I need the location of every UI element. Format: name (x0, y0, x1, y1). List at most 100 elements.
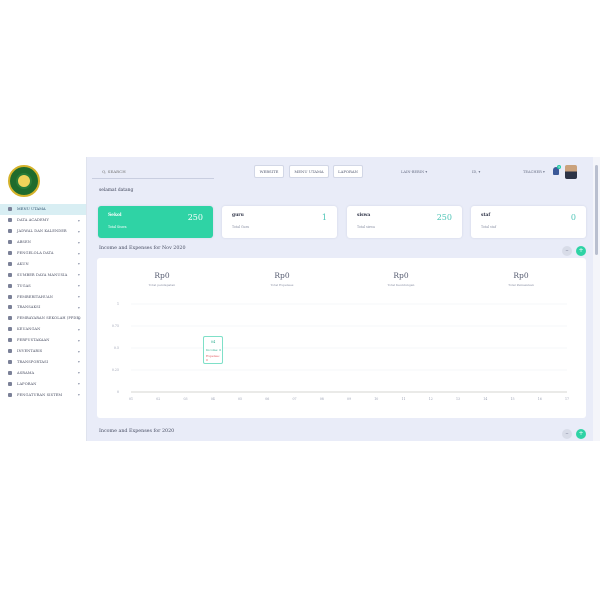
chevron-down-icon: ▾ (77, 261, 80, 267)
sidebar-item-label: PEMBERITAHUAN (17, 294, 53, 299)
card-value: 1 (321, 213, 327, 222)
sidebar-item[interactable]: PENGELOLA DATA ▾ (0, 248, 86, 259)
expand-icon[interactable]: + (576, 429, 586, 439)
y-tick-label: 0 (117, 390, 119, 394)
chevron-down-icon: ▾ (77, 315, 80, 321)
sidebar-item-label: LAPORAN (17, 381, 37, 386)
sidebar-item[interactable]: TUGAS ▾ (0, 280, 86, 291)
sidebar-item[interactable]: MENU UTAMA (0, 204, 86, 215)
menu-icon (8, 359, 12, 364)
sidebar-item[interactable]: LAPORAN ▾ (0, 378, 86, 389)
sidebar-item-label: TRANSPORTASI (17, 359, 49, 364)
stat-card-school[interactable]: Sekol Total Siswa 250 (98, 206, 213, 238)
sidebar-item[interactable]: TRANSPORTASI ▾ (0, 356, 86, 367)
sidebar-item-label: TUGAS (17, 283, 31, 288)
avatar[interactable] (565, 165, 577, 179)
section-title-yearly: Income and Expenses for 2020 (99, 429, 175, 434)
x-tick-label: 01 (129, 397, 133, 401)
chevron-down-icon: ▾ (77, 272, 80, 278)
sidebar-item-label: TRANSAKSI (17, 305, 41, 310)
x-tick-label: 10 (374, 397, 378, 401)
sidebar-item[interactable]: DATA ACADEMY ▾ (0, 215, 86, 226)
stat-card-student[interactable]: siswa Total siswa 250 (347, 206, 462, 238)
x-tick-label: 07 (292, 397, 296, 401)
chevron-down-icon: ▾ (77, 381, 80, 387)
language-select[interactable]: ID, ▾ (472, 170, 480, 174)
x-tick-label: 11 (401, 397, 405, 401)
card-title: staf (481, 213, 491, 218)
menu-icon (8, 218, 12, 223)
card-subtitle: Total staf (481, 225, 497, 229)
x-tick-label: 09 (347, 397, 351, 401)
y-tick-label: 0.75 (112, 324, 119, 328)
sidebar-item[interactable]: PEMBAYARAN SEKOLAH (PPDB) ▾ (0, 313, 86, 324)
main-menu-button[interactable]: MENU UTAMA (289, 165, 329, 178)
school-logo[interactable] (8, 165, 40, 197)
x-tick-label: 14 (483, 397, 487, 401)
notification-badge: 3 (557, 165, 561, 169)
chevron-down-icon: ▾ (77, 370, 80, 376)
top-bar: WEBSITE MENU UTAMA LAPORAN LAIN-BEBIN ▾ … (88, 157, 593, 185)
menu-icon (8, 338, 12, 343)
sidebar-item[interactable]: TRANSAKSI ▾ (0, 302, 86, 313)
menu-icon (8, 229, 12, 234)
y-tick-label: 0.5 (114, 346, 119, 350)
chevron-down-icon: ▾ (77, 326, 80, 332)
menu-icon (8, 261, 12, 266)
sidebar-item-label: DATA ACADEMY (17, 218, 49, 223)
sidebar-item[interactable]: KEUANGAN ▾ (0, 324, 86, 335)
collapse-icon[interactable]: – (562, 246, 572, 256)
sidebar-item[interactable]: JADWAL DAN KALENDER ▾ (0, 226, 86, 237)
report-button[interactable]: LAPORAN (333, 165, 363, 178)
welcome-text: selamat datang (99, 188, 134, 193)
collapse-icon[interactable]: – (562, 429, 572, 439)
card-title: Sekol (108, 213, 122, 218)
sidebar-item[interactable]: ASRAMA ▾ (0, 367, 86, 378)
scrollbar-thumb[interactable] (595, 165, 598, 255)
x-tick-label: 08 (320, 397, 324, 401)
menu-icon (8, 316, 12, 321)
app-window: MENU UTAMA DATA ACADEMY ▾ JADWAL DAN KALEND… (0, 157, 600, 441)
x-tick-label: 17 (565, 397, 569, 401)
menu-icon (8, 392, 12, 397)
sidebar-item-label: SUMBER DAYA MANUSIA (17, 272, 68, 277)
chart-tooltip: 04 Income: 0 Expense: 0 (203, 336, 223, 364)
card-title: guru (232, 213, 244, 218)
x-tick-label: 05 (238, 397, 242, 401)
sidebar-item[interactable]: ABSEN ▾ (0, 237, 86, 248)
sidebar: MENU UTAMA DATA ACADEMY ▾ JADWAL DAN KALEND… (0, 157, 87, 441)
chevron-down-icon: ▾ (77, 217, 80, 223)
income-expense-chart: 1 0.75 0.5 0.25 0 01 02 03 04 05 06 07 08 09 10 11 12 13 1… (112, 302, 569, 401)
menu-icon (8, 283, 12, 288)
menu-icon (8, 349, 12, 354)
menu-icon (8, 207, 12, 212)
chevron-down-icon: ▾ (77, 228, 80, 234)
card-value: 250 (436, 213, 452, 222)
website-button[interactable]: WEBSITE (254, 165, 284, 178)
x-tick-label: 12 (429, 397, 433, 401)
expand-icon[interactable]: + (576, 246, 586, 256)
sidebar-item-label: ABSEN (17, 240, 31, 245)
menu-icon (8, 327, 12, 332)
sidebar-item[interactable]: INVENTARIS ▾ (0, 346, 86, 357)
sidebar-item-label: AKUN (17, 261, 29, 266)
x-tick-label: 13 (456, 397, 460, 401)
sidebar-item[interactable]: SUMBER DAYA MANUSIA ▾ (0, 269, 86, 280)
user-menu[interactable]: TEACHER ▾ (523, 170, 545, 174)
sidebar-item[interactable]: AKUN ▾ (0, 258, 86, 269)
chevron-down-icon: ▾ (77, 359, 80, 365)
card-value: 0 (570, 213, 576, 222)
sidebar-item[interactable]: PEMBERITAHUAN ▾ (0, 291, 86, 302)
search-input[interactable] (92, 165, 214, 179)
chevron-down-icon: ▾ (77, 283, 80, 289)
stat-card-staff[interactable]: staf Total staf 0 (471, 206, 586, 238)
academic-year-select[interactable]: LAIN-BEBIN ▾ (401, 170, 427, 174)
sidebar-item[interactable]: PERPUSTAKAAN ▾ (0, 335, 86, 346)
tooltip-title: 04 (210, 340, 216, 344)
sidebar-item[interactable]: PENGATURAN SISTEM ▾ (0, 389, 86, 400)
chevron-down-icon: ▾ (77, 348, 80, 354)
card-value: 250 (187, 213, 203, 222)
stat-card-teacher[interactable]: guru Total Guru 1 (222, 206, 337, 238)
x-tick-label: 04 (211, 397, 215, 401)
menu-icon (8, 272, 12, 277)
